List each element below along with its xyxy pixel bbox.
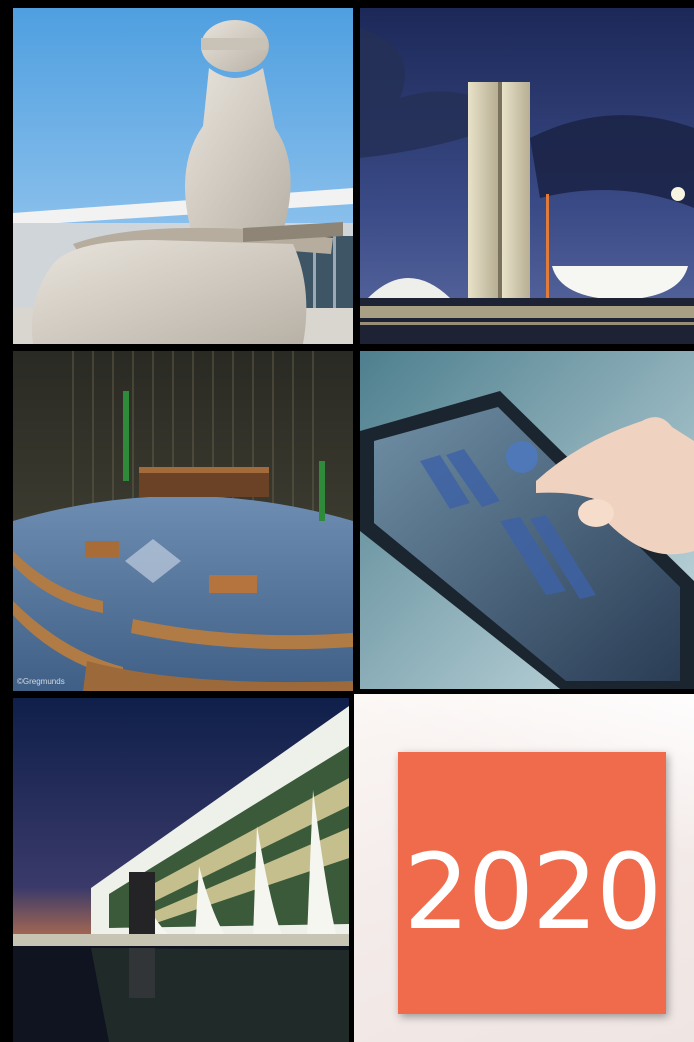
national-congress-night-photo	[360, 8, 694, 344]
photo-credit: ©Gregmunds	[17, 677, 65, 686]
year-label-box: 2020	[398, 752, 666, 1014]
chamber-of-deputies-plenary-photo: ©Gregmunds	[13, 351, 353, 691]
statue-of-justice-photo	[13, 8, 353, 344]
year-label: 2020	[403, 831, 663, 953]
planalto-palace-dusk-photo	[13, 698, 349, 1042]
tablet-touch-photo	[360, 351, 694, 689]
